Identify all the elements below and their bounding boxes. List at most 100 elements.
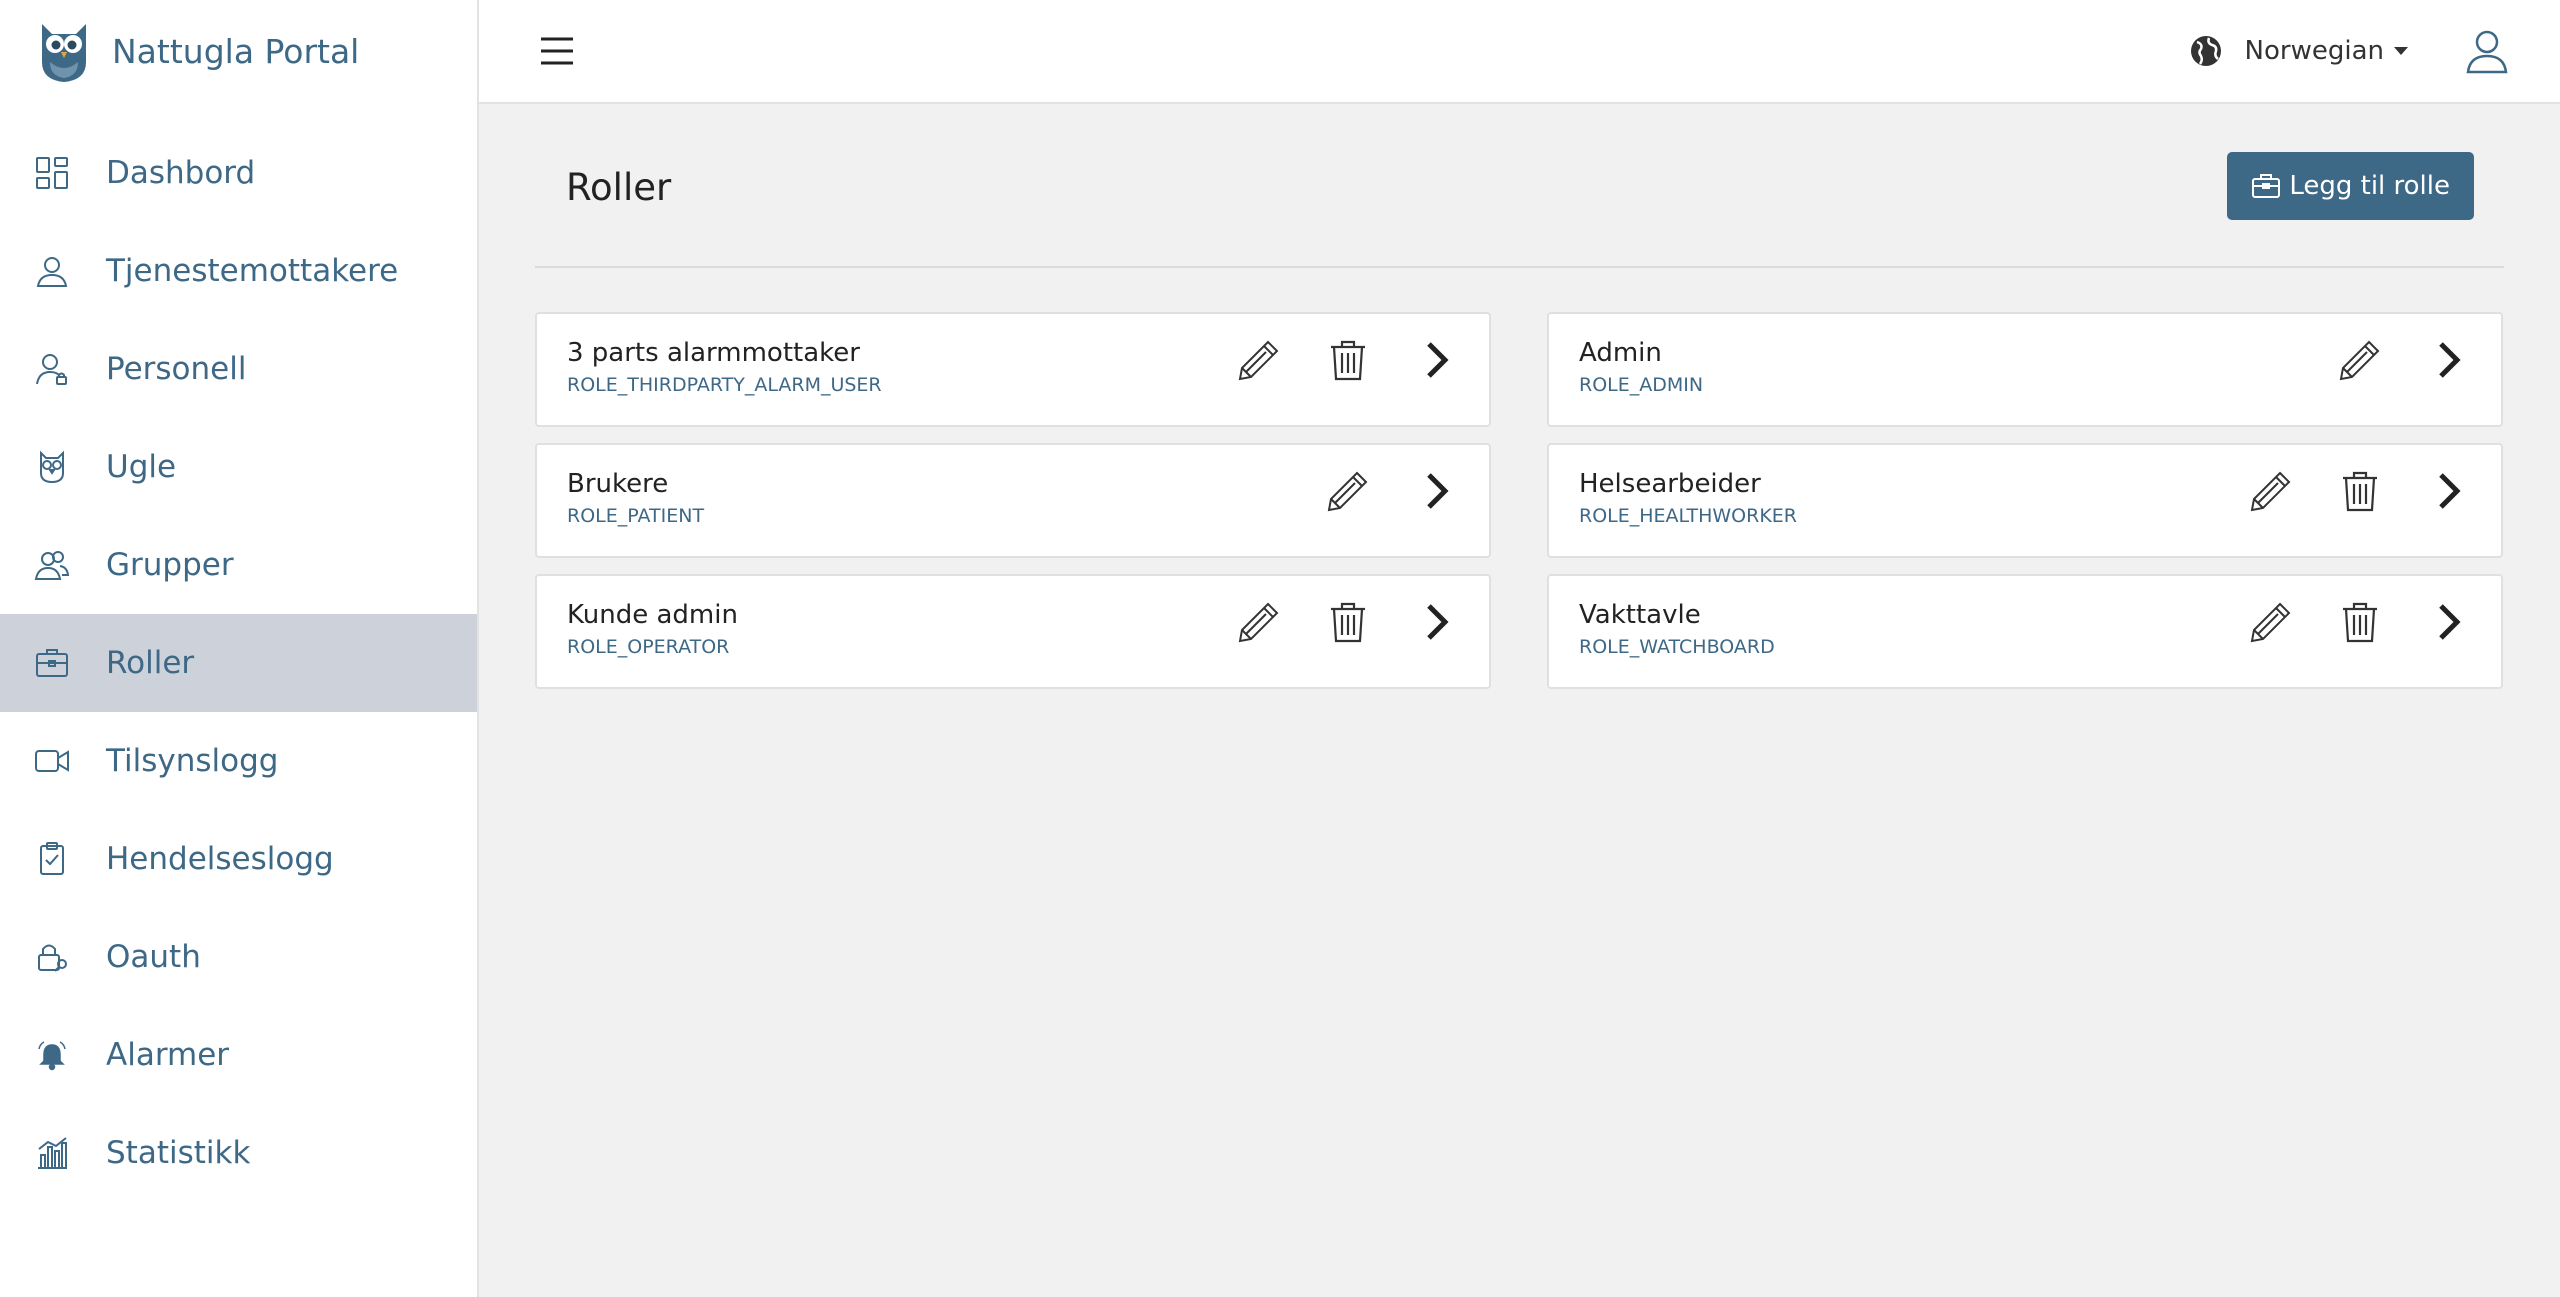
chevron-right-icon — [1427, 342, 1449, 378]
open-role-button[interactable] — [1413, 598, 1461, 646]
role-card-text: Vakttavle ROLE_WATCHBOARD — [1579, 598, 1775, 658]
sidebar-item-tilsynslogg[interactable]: Tilsynslogg — [0, 712, 477, 810]
delete-role-button[interactable] — [2336, 598, 2384, 646]
alarm-bell-icon — [34, 1037, 70, 1073]
role-actions — [2206, 467, 2473, 515]
sidebar-item-tjenestemottakere[interactable]: Tjenestemottakere — [0, 222, 477, 320]
page-title: Roller — [566, 166, 672, 209]
sidebar-item-label: Roller — [106, 645, 195, 681]
sidebar-item-hendelseslogg[interactable]: Hendelseslogg — [0, 810, 477, 908]
pencil-icon — [2250, 471, 2291, 512]
sidebar-item-label: Tjenestemottakere — [106, 253, 399, 289]
role-code: ROLE_OPERATOR — [567, 636, 730, 658]
role-actions — [2206, 598, 2473, 646]
roles-grid: 3 parts alarmmottaker ROLE_THIRDPARTY_AL… — [535, 312, 2504, 689]
edit-role-button[interactable] — [2247, 467, 2295, 515]
role-card: Kunde admin ROLE_OPERATOR — [535, 574, 1491, 689]
sidebar-item-label: Tilsynslogg — [106, 743, 279, 779]
role-card-text: Admin ROLE_ADMIN — [1579, 336, 1703, 396]
brand[interactable]: Nattugla Portal — [0, 0, 477, 102]
role-name: Vakttavle — [1579, 600, 1701, 630]
edit-role-button[interactable] — [1235, 598, 1283, 646]
role-actions — [1194, 336, 1461, 384]
sidebar-item-roller[interactable]: Roller — [0, 614, 477, 712]
open-role-button[interactable] — [2425, 336, 2473, 384]
sidebar-item-grupper[interactable]: Grupper — [0, 516, 477, 614]
role-name: Admin — [1579, 338, 1662, 368]
hamburger-icon — [541, 37, 573, 65]
edit-role-button[interactable] — [2336, 336, 2384, 384]
chevron-right-icon — [2439, 473, 2461, 509]
sidebar-item-statistikk[interactable]: Statistikk — [0, 1104, 477, 1202]
sidebar-item-label: Dashbord — [106, 155, 256, 191]
brand-name: Nattugla Portal — [112, 31, 360, 71]
role-code: ROLE_THIRDPARTY_ALARM_USER — [567, 374, 882, 396]
pencil-icon — [1238, 602, 1279, 643]
owl-logo-icon — [42, 24, 86, 82]
content: Roller Legg til rolle 3 parts alarmmotta… — [479, 104, 2560, 689]
sidebar-nav: Dashbord Tjenestemottakere Personell Ugl… — [0, 124, 477, 1202]
sidebar-item-ugle[interactable]: Ugle — [0, 418, 477, 516]
edit-role-button[interactable] — [1235, 336, 1283, 384]
sidebar-item-alarmer[interactable]: Alarmer — [0, 1006, 477, 1104]
sidebar-item-label: Ugle — [106, 449, 177, 485]
briefcase-icon — [2252, 174, 2281, 198]
topbar-right: Norwegian — [2189, 28, 2510, 74]
role-actions — [1194, 598, 1461, 646]
role-card-text: Helsearbeider ROLE_HEALTHWORKER — [1579, 467, 1797, 527]
personnel-icon — [34, 351, 70, 387]
delete-role-button[interactable] — [1324, 336, 1372, 384]
role-code: ROLE_PATIENT — [567, 505, 705, 527]
delete-role-button[interactable] — [2336, 467, 2384, 515]
role-card: Vakttavle ROLE_WATCHBOARD — [1547, 574, 2503, 689]
role-name: 3 parts alarmmottaker — [567, 338, 860, 368]
role-card-text: Brukere ROLE_PATIENT — [567, 467, 704, 527]
trash-icon — [2343, 602, 2377, 643]
open-role-button[interactable] — [2425, 467, 2473, 515]
app-root: Nattugla Portal Dashbord Tjenestemottake… — [0, 0, 2560, 1297]
role-code: ROLE_WATCHBOARD — [1579, 636, 1775, 658]
add-role-button[interactable]: Legg til rolle — [2227, 152, 2474, 220]
bar-chart-icon — [34, 1135, 70, 1171]
trash-icon — [2343, 471, 2377, 512]
lock-key-icon — [34, 939, 70, 975]
role-card-text: Kunde admin ROLE_OPERATOR — [567, 598, 738, 658]
sidebar-item-label: Oauth — [106, 939, 201, 975]
role-card: Helsearbeider ROLE_HEALTHWORKER — [1547, 443, 2503, 558]
role-card: 3 parts alarmmottaker ROLE_THIRDPARTY_AL… — [535, 312, 1491, 427]
open-role-button[interactable] — [1413, 336, 1461, 384]
topbar: Norwegian — [479, 0, 2560, 104]
add-role-label: Legg til rolle — [2289, 171, 2450, 201]
user-account-icon[interactable] — [2464, 28, 2510, 74]
role-actions — [1283, 467, 1461, 515]
trash-icon — [1331, 602, 1365, 643]
open-role-button[interactable] — [2425, 598, 2473, 646]
role-card-text: 3 parts alarmmottaker ROLE_THIRDPARTY_AL… — [567, 336, 882, 396]
language-dropdown[interactable]: Norwegian — [2189, 34, 2408, 68]
pencil-icon — [1327, 471, 1368, 512]
role-code: ROLE_HEALTHWORKER — [1579, 505, 1798, 527]
user-icon — [34, 253, 70, 289]
video-camera-icon — [34, 743, 70, 779]
language-label: Norwegian — [2244, 36, 2384, 66]
clipboard-check-icon — [34, 841, 70, 877]
edit-role-button[interactable] — [2247, 598, 2295, 646]
sidebar-item-oauth[interactable]: Oauth — [0, 908, 477, 1006]
sidebar-item-personell[interactable]: Personell — [0, 320, 477, 418]
role-name: Brukere — [567, 469, 669, 499]
role-name: Kunde admin — [567, 600, 738, 630]
sidebar-item-label: Statistikk — [106, 1135, 251, 1171]
chevron-right-icon — [1427, 604, 1449, 640]
sidebar-item-dashbord[interactable]: Dashbord — [0, 124, 477, 222]
role-code: ROLE_ADMIN — [1579, 374, 1704, 396]
edit-role-button[interactable] — [1324, 467, 1372, 515]
caret-down-icon — [2394, 47, 2408, 55]
delete-role-button[interactable] — [1324, 598, 1372, 646]
page-header: Roller Legg til rolle — [535, 140, 2504, 268]
menu-toggle-button[interactable] — [537, 31, 577, 71]
chevron-right-icon — [2439, 604, 2461, 640]
role-name: Helsearbeider — [1579, 469, 1761, 499]
sidebar-item-label: Alarmer — [106, 1037, 230, 1073]
open-role-button[interactable] — [1413, 467, 1461, 515]
sidebar-item-label: Hendelseslogg — [106, 841, 334, 877]
